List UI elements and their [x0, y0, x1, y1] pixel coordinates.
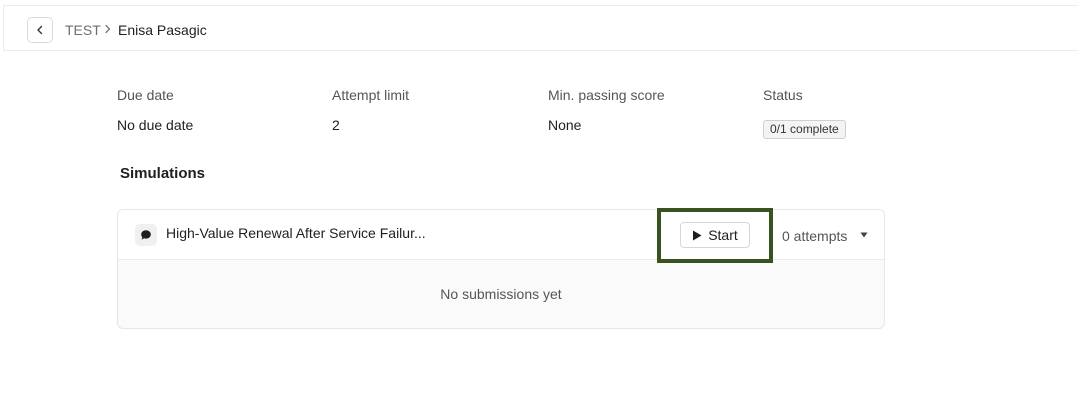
chevron-left-icon [37, 25, 43, 35]
min-passing-score-label: Min. passing score [548, 87, 665, 103]
breadcrumb-root-link[interactable]: TEST [65, 22, 101, 38]
min-passing-score-value: None [548, 117, 582, 133]
start-button[interactable]: Start [680, 222, 750, 248]
status-badge: 0/1 complete [763, 120, 846, 139]
chat-bubble-icon [135, 224, 157, 246]
back-button[interactable] [27, 17, 53, 43]
play-icon [693, 230, 702, 240]
breadcrumb-current: Enisa Pasagic [118, 22, 207, 38]
simulation-title: High-Value Renewal After Service Failur.… [166, 225, 426, 241]
attempts-count: 0 attempts [782, 228, 848, 244]
simulations-heading: Simulations [120, 165, 206, 182]
chevron-right-icon [101, 21, 115, 37]
attempt-limit-label: Attempt limit [332, 87, 410, 103]
status-label: Status [763, 87, 803, 103]
empty-submissions-message: No submissions yet [440, 286, 562, 302]
attempt-limit-value: 2 [332, 117, 340, 133]
caret-down-icon[interactable] [860, 231, 868, 239]
due-date-value: No due date [117, 117, 194, 133]
start-button-label: Start [708, 227, 738, 243]
top-bar: TEST Enisa Pasagic [3, 5, 1078, 51]
due-date-label: Due date [117, 87, 174, 103]
